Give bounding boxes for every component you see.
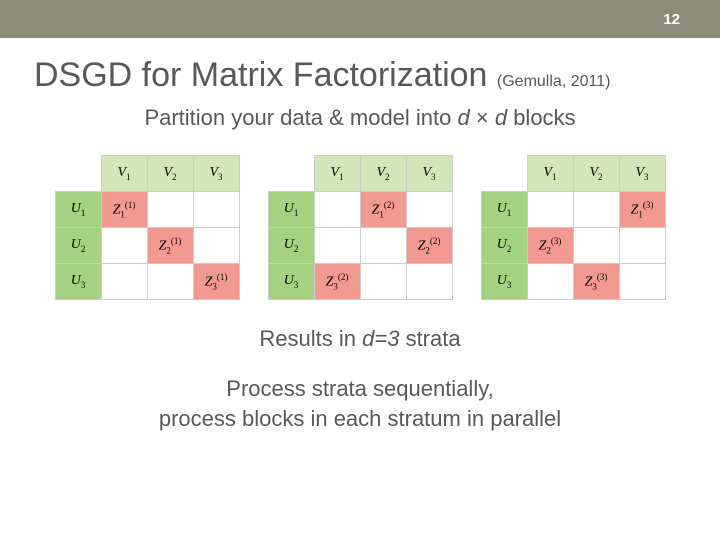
z-cell: Z3(3)	[573, 264, 619, 300]
subtitle: Partition your data & model into d × d b…	[0, 105, 720, 131]
stratum-table-1: V1 V2 V3 U1 Z1(1) U2 Z2(1) U3 Z3(1)	[55, 155, 240, 300]
process-text: Process strata sequentially, process blo…	[0, 374, 720, 433]
title-main: DSGD for Matrix Factorization	[34, 56, 487, 94]
page-number: 12	[663, 11, 680, 28]
z-cell: Z1(1)	[101, 192, 147, 228]
z-cell: Z3(2)	[314, 264, 360, 300]
stratum-table-3: V1 V2 V3 U1 Z1(3) U2 Z2(3) U3 Z3(3)	[481, 155, 666, 300]
z-cell: Z1(3)	[619, 192, 665, 228]
z-cell: Z2(3)	[527, 228, 573, 264]
title-citation: (Gemulla, 2011)	[497, 73, 611, 90]
z-cell: Z1(2)	[360, 192, 406, 228]
strata-diagrams: V1 V2 V3 U1 Z1(1) U2 Z2(1) U3 Z3(1) V1 V…	[0, 155, 720, 300]
z-cell: Z2(1)	[147, 228, 193, 264]
z-cell: Z3(1)	[193, 264, 239, 300]
stratum-table-2: V1 V2 V3 U1 Z1(2) U2 Z2(2) U3 Z3(2)	[268, 155, 453, 300]
z-cell: Z2(2)	[406, 228, 452, 264]
slide-header: 12	[0, 0, 720, 38]
results-text: Results in d=3 strata	[0, 326, 720, 352]
slide-title: DSGD for Matrix Factorization (Gemulla, …	[34, 56, 720, 95]
